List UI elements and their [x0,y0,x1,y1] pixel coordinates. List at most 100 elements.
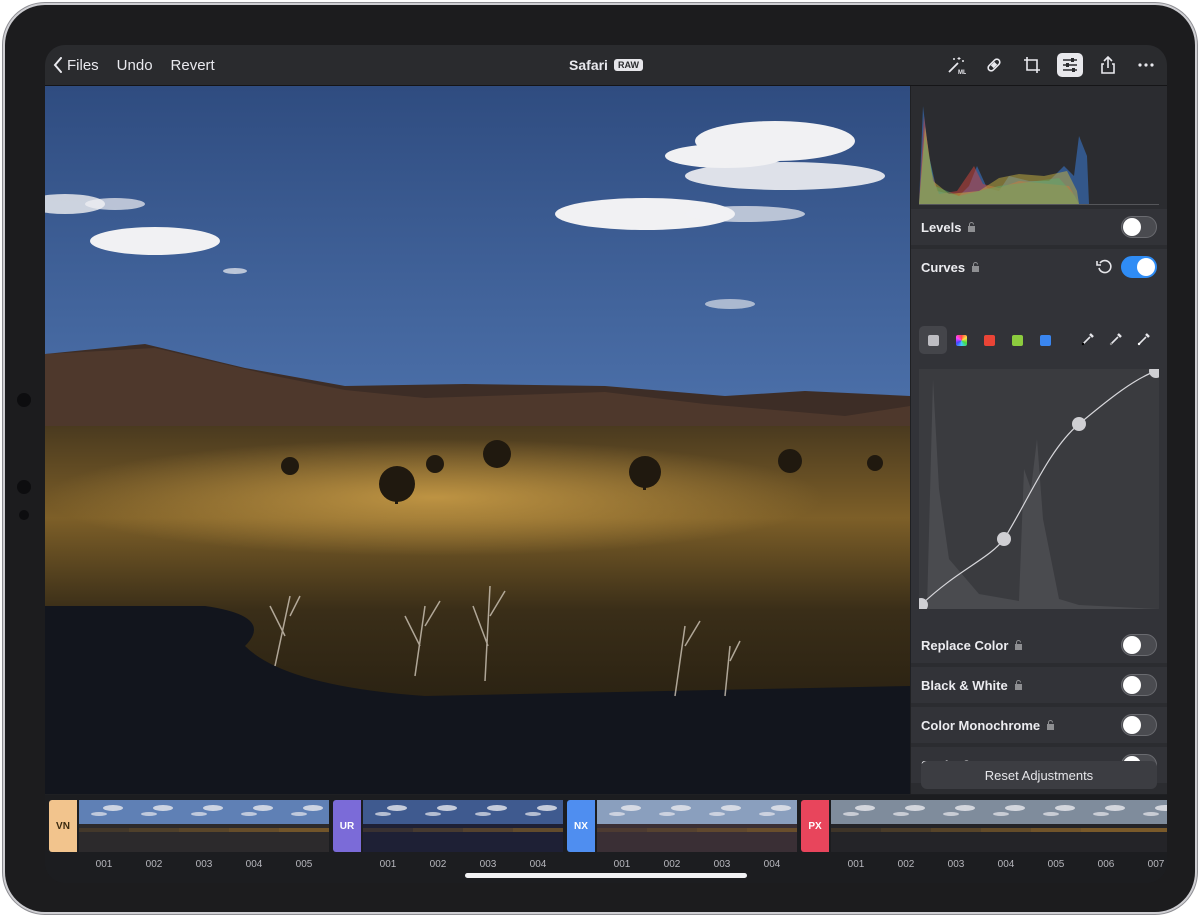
replace-color-toggle[interactable] [1121,634,1157,656]
black-white-row: Black & White [911,667,1167,703]
histogram [919,96,1159,206]
filter-number-label: 003 [479,859,497,870]
channel-red[interactable] [975,326,1003,354]
undo-button[interactable]: Undo [117,57,153,74]
raw-badge: RAW [613,59,643,71]
filter-number-label: 003 [947,859,965,870]
filter-number-label: 004 [763,859,781,870]
filter-number-label: 004 [245,859,263,870]
camera-dot [17,393,31,407]
filter-number-label: 002 [897,859,915,870]
filter-number-label: 002 [429,859,447,870]
channel-gray[interactable] [919,326,947,354]
lock-icon[interactable] [971,262,980,272]
white-point-eyedropper-icon[interactable] [1131,326,1157,352]
filter-group-tag[interactable]: VN [49,800,77,852]
filter-group-tag[interactable]: NX [567,800,595,852]
reset-curve-icon[interactable] [1095,258,1113,276]
lock-icon[interactable] [1046,720,1055,730]
filter-number-label: 002 [663,859,681,870]
black-white-toggle[interactable] [1121,674,1157,696]
filter-thumbnail[interactable] [463,800,513,852]
landscape-photo [45,86,910,794]
back-label: Files [67,56,99,74]
crop-icon[interactable] [1019,53,1045,77]
share-icon[interactable] [1095,53,1121,77]
adjustments-panel: Levels Curves Replace Color Black & Whit… [911,86,1167,794]
home-indicator[interactable] [465,873,747,878]
filter-number-label: 005 [295,859,313,870]
side-dot [19,510,29,520]
top-bar: Files Undo Revert Safari RAW ML [45,45,1167,86]
curves-label: Curves [921,259,966,275]
side-dot [17,480,31,494]
reset-adjustments-button[interactable]: Reset Adjustments [921,761,1157,789]
filter-number-label: 004 [997,859,1015,870]
lock-icon[interactable] [1014,680,1023,690]
filter-thumbnail[interactable] [279,800,329,852]
filter-thumbnail[interactable] [597,800,647,852]
filter-number-label: 006 [1097,859,1115,870]
filter-number-label: 001 [847,859,865,870]
app-screen: Files Undo Revert Safari RAW ML Levels C… [45,45,1167,883]
adjustments-icon[interactable] [1057,53,1083,77]
color-monochrome-row: Color Monochrome [911,707,1167,743]
filter-thumbnail[interactable] [513,800,563,852]
levels-toggle[interactable] [1121,216,1157,238]
filter-number-label: 001 [95,859,113,870]
filter-thumbnail[interactable] [1131,800,1167,852]
color-monochrome-toggle[interactable] [1121,714,1157,736]
black-white-label: Black & White [921,677,1008,693]
channel-green[interactable] [1003,326,1031,354]
more-icon[interactable] [1133,53,1159,77]
curves-toggle[interactable] [1121,256,1157,278]
revert-button[interactable]: Revert [171,57,215,74]
filter-thumbnail[interactable] [647,800,697,852]
filter-number-label: 001 [613,859,631,870]
filter-thumbnail[interactable] [363,800,413,852]
filter-thumbnail[interactable] [697,800,747,852]
filter-thumbnail[interactable] [881,800,931,852]
filter-thumbnail[interactable] [981,800,1031,852]
filter-thumbnail[interactable] [179,800,229,852]
black-point-eyedropper-icon[interactable] [1075,326,1101,352]
chevron-left-icon [53,57,62,73]
ml-magic-wand-icon[interactable]: ML [943,53,969,77]
levels-label: Levels [921,219,962,235]
replace-color-row: Replace Color [911,627,1167,663]
bandage-icon[interactable] [981,53,1007,77]
curve-channel-selector [919,326,1159,354]
filter-thumbnail[interactable] [413,800,463,852]
filter-thumbnail[interactable] [1031,800,1081,852]
filter-number-label: 007 [1147,859,1165,870]
filter-thumbnail[interactable] [229,800,279,852]
curve-editor[interactable] [919,369,1159,609]
filter-filmstrip: VN 001 002 003 004 005 UR 001 002 003 004 NX 001 002 0… [45,795,1167,883]
filter-thumbnail[interactable] [747,800,797,852]
gray-point-eyedropper-icon[interactable] [1103,326,1129,352]
curve-point [1072,417,1086,431]
photo-canvas[interactable] [45,86,910,794]
filter-number-label: 003 [713,859,731,870]
filter-thumbnail[interactable] [79,800,129,852]
filter-thumbnail[interactable] [1081,800,1131,852]
title-text: Safari [569,57,608,73]
back-button[interactable]: Files [53,57,99,74]
channel-rgb[interactable] [947,326,975,354]
replace-color-label: Replace Color [921,637,1009,653]
lock-icon[interactable] [1014,640,1023,650]
levels-row: Levels [911,209,1167,245]
filter-group-tag[interactable]: UR [333,800,361,852]
filter-thumbnail[interactable] [129,800,179,852]
filter-number-label: 003 [195,859,213,870]
filter-number-label: 005 [1047,859,1065,870]
curve-point [997,532,1011,546]
svg-text:ML: ML [958,70,966,75]
ipad-frame: Files Undo Revert Safari RAW ML Levels C… [5,5,1195,912]
lock-icon[interactable] [967,222,976,232]
filter-number-label: 004 [529,859,547,870]
filter-group-tag[interactable]: PX [801,800,829,852]
filter-thumbnail[interactable] [931,800,981,852]
channel-blue[interactable] [1031,326,1059,354]
filter-thumbnail[interactable] [831,800,881,852]
